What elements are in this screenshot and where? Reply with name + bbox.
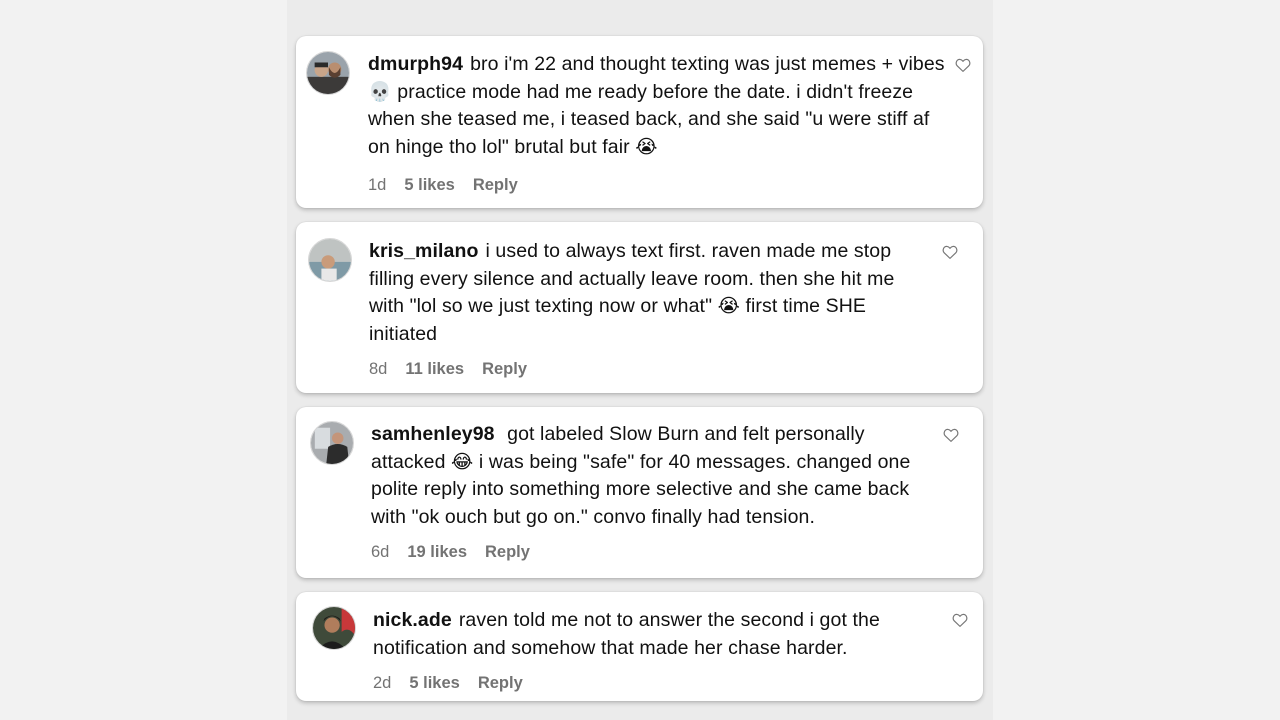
avatar[interactable] bbox=[310, 421, 354, 465]
comment-card: kris_milano i used to always text first. … bbox=[296, 222, 983, 393]
comment-card: nick.ade raven told me not to answer the … bbox=[296, 592, 983, 701]
comment-meta: 6d 19 likes Reply bbox=[371, 543, 530, 562]
comment-likes[interactable]: 19 likes bbox=[407, 543, 467, 562]
comment-username[interactable]: nick.ade bbox=[373, 609, 452, 631]
laughing-emoji: 😂 bbox=[451, 450, 474, 473]
comment-text: samhenley98 got labeled Slow Burn and fe… bbox=[371, 421, 931, 531]
comment-meta: 8d 11 likes Reply bbox=[369, 360, 527, 379]
reply-button[interactable]: Reply bbox=[485, 543, 530, 562]
comment-likes[interactable]: 5 likes bbox=[409, 674, 459, 693]
comment-time: 8d bbox=[369, 360, 388, 378]
reply-button[interactable]: Reply bbox=[473, 176, 518, 195]
avatar[interactable] bbox=[308, 238, 352, 282]
comment-meta: 1d 5 likes Reply bbox=[368, 176, 518, 195]
comment-username[interactable]: samhenley98 bbox=[371, 423, 495, 445]
crying-emoji: 😭 bbox=[717, 295, 740, 317]
comment-likes[interactable]: 5 likes bbox=[404, 176, 454, 195]
comment-text: dmurph94 bro i'm 22 and thought texting w… bbox=[368, 51, 948, 161]
avatar[interactable] bbox=[306, 51, 350, 95]
comment-time: 6d bbox=[371, 543, 390, 561]
comment-card: dmurph94 bro i'm 22 and thought texting w… bbox=[296, 36, 983, 208]
reply-button[interactable]: Reply bbox=[478, 674, 523, 693]
reply-button[interactable]: Reply bbox=[482, 360, 527, 379]
heart-outline-icon[interactable] bbox=[941, 243, 959, 261]
comment-text: nick.ade raven told me not to answer the … bbox=[373, 607, 933, 662]
comment-text-part: bro i'm 22 and thought texting was just … bbox=[470, 53, 945, 75]
comment-likes[interactable]: 11 likes bbox=[405, 360, 464, 379]
comment-meta: 2d 5 likes Reply bbox=[373, 674, 523, 693]
comment-time: 2d bbox=[373, 674, 392, 692]
comment-time: 1d bbox=[368, 176, 387, 194]
heart-outline-icon[interactable] bbox=[942, 426, 960, 444]
heart-outline-icon[interactable] bbox=[954, 56, 972, 74]
heart-outline-icon[interactable] bbox=[951, 611, 969, 629]
comment-card: samhenley98 got labeled Slow Burn and fe… bbox=[296, 407, 983, 578]
comment-username[interactable]: kris_milano bbox=[369, 240, 478, 262]
comment-text: kris_milano i used to always text first. … bbox=[369, 238, 929, 348]
crying-emoji: 😭 bbox=[635, 135, 658, 158]
avatar[interactable] bbox=[312, 606, 356, 650]
skull-emoji: 💀 bbox=[368, 80, 392, 103]
comment-username[interactable]: dmurph94 bbox=[368, 53, 463, 75]
